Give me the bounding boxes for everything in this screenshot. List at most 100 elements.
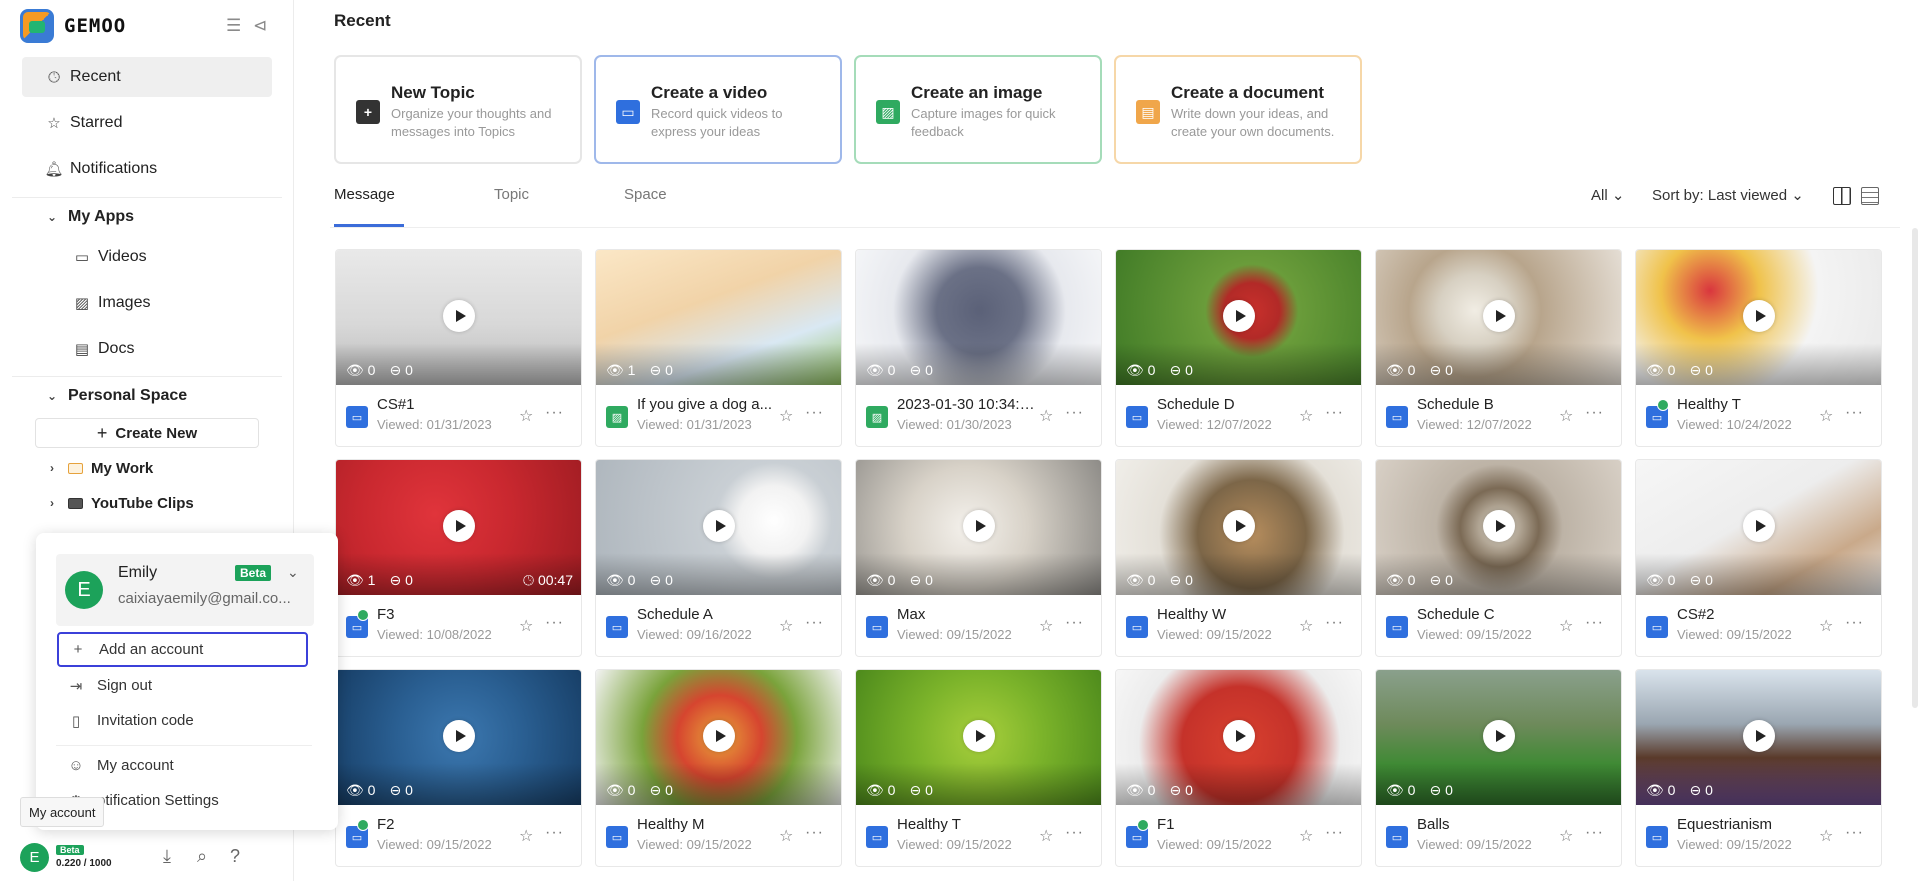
more-icon[interactable]: ··· [1325,614,1344,632]
thumbnail[interactable]: 👁︎ 0 ⊖ 0 [1116,460,1361,595]
star-icon[interactable]: ☆ [519,616,533,636]
scrollbar[interactable] [1912,228,1918,708]
more-icon[interactable]: ··· [1065,824,1084,842]
thumbnail[interactable]: 👁︎ 1 ⊖ 0 🕒︎ 00:47 [336,460,581,595]
card-title[interactable]: F2 [377,816,517,833]
invitation-code-button[interactable]: ▯ Invitation code [57,703,308,738]
list-view-icon[interactable] [1861,187,1879,205]
star-icon[interactable]: ☆ [1559,406,1573,426]
more-icon[interactable]: ··· [545,824,564,842]
star-icon[interactable]: ☆ [1819,616,1833,636]
more-icon[interactable]: ··· [805,404,824,422]
star-icon[interactable]: ☆ [1039,616,1053,636]
card-title[interactable]: Balls [1417,816,1557,833]
media-card[interactable]: 👁︎ 0 ⊖ 0 ▭ Schedule D Viewed: 12/07/2022 ☆ ··· [1115,249,1362,447]
more-icon[interactable]: ··· [1585,404,1604,422]
star-icon[interactable]: ☆ [1819,826,1833,846]
tab-space[interactable]: Space [624,186,667,203]
more-icon[interactable]: ··· [805,614,824,632]
media-card[interactable]: 👁︎ 0 ⊖ 0 ▭ Healthy T Viewed: 10/24/2022 ☆ ··· [1635,249,1882,447]
media-card[interactable]: 👁︎ 0 ⊖ 0 ▭ Healthy T Viewed: 09/15/2022 ☆ ··· [855,669,1102,867]
play-icon[interactable] [1223,510,1255,542]
card-title[interactable]: 2023-01-30 10:34:0... [897,396,1037,413]
quick-action-plus[interactable]: + New Topic Organize your thoughts and mes… [334,55,582,164]
collapse-sidebar-icon[interactable]: ⊲ [253,16,267,36]
star-icon[interactable]: ☆ [1559,826,1573,846]
card-title[interactable]: Schedule B [1417,396,1557,413]
card-title[interactable]: Healthy M [637,816,777,833]
play-icon[interactable] [1223,720,1255,752]
media-card[interactable]: 👁︎ 1 ⊖ 0 ▨ If you give a dog a... Viewed: 01… [595,249,842,447]
thumbnail[interactable]: 👁︎ 0 ⊖ 0 [1376,250,1621,385]
star-icon[interactable]: ☆ [1299,616,1313,636]
card-title[interactable]: CS#2 [1677,606,1817,623]
sign-out-button[interactable]: ⇥ Sign out [57,668,308,703]
sidebar-item-videos[interactable]: ▭ Videos [22,237,272,277]
thumbnail[interactable]: 👁︎ 0 ⊖ 0 [596,460,841,595]
quick-action-video[interactable]: ▭ Create a video Record quick videos to ex… [594,55,842,164]
card-title[interactable]: Schedule C [1417,606,1557,623]
card-title[interactable]: F3 [377,606,517,623]
thumbnail[interactable]: 👁︎ 0 ⊖ 0 [856,250,1101,385]
more-icon[interactable]: ··· [1845,824,1864,842]
personal-space-section-toggle[interactable]: ⌄ Personal Space [22,376,272,416]
sidebar-item-recent[interactable]: 🕓︎ Recent [22,57,272,97]
menu-icon[interactable]: ☰ [226,16,241,36]
more-icon[interactable]: ··· [545,404,564,422]
play-icon[interactable] [1743,300,1775,332]
star-icon[interactable]: ☆ [1299,826,1313,846]
avatar[interactable]: E [20,842,49,872]
thumbnail[interactable]: 👁︎ 0 ⊖ 0 [336,250,581,385]
card-title[interactable]: If you give a dog a... [637,396,777,413]
more-icon[interactable]: ··· [805,824,824,842]
card-title[interactable]: Max [897,606,1037,623]
media-card[interactable]: 👁︎ 0 ⊖ 0 ▭ F1 Viewed: 09/15/2022 ☆ ··· [1115,669,1362,867]
more-icon[interactable]: ··· [1585,824,1604,842]
sort-dropdown[interactable]: Sort by: Last viewed ⌄ [1652,186,1804,204]
card-title[interactable]: Equestrianism [1677,816,1817,833]
star-icon[interactable]: ☆ [1559,616,1573,636]
play-icon[interactable] [1483,720,1515,752]
thumbnail[interactable]: 👁︎ 1 ⊖ 0 [596,250,841,385]
star-icon[interactable]: ☆ [1819,406,1833,426]
thumbnail[interactable]: 👁︎ 0 ⊖ 0 [1376,460,1621,595]
card-title[interactable]: Schedule D [1157,396,1297,413]
media-card[interactable]: 👁︎ 0 ⊖ 0 ▭ CS#1 Viewed: 01/31/2023 ☆ ··· [335,249,582,447]
chevron-down-icon[interactable]: ⌄ [287,564,299,581]
more-icon[interactable]: ··· [1845,614,1864,632]
thumbnail[interactable]: 👁︎ 0 ⊖ 0 [1636,250,1881,385]
play-icon[interactable] [443,300,475,332]
play-icon[interactable] [443,510,475,542]
account-bar[interactable]: E Beta 0.220 / 1000 [20,840,112,874]
media-card[interactable]: 👁︎ 0 ⊖ 0 ▭ Healthy M Viewed: 09/15/2022 ☆ ··· [595,669,842,867]
star-icon[interactable]: ☆ [519,406,533,426]
more-icon[interactable]: ··· [1065,404,1084,422]
card-title[interactable]: Healthy W [1157,606,1297,623]
help-icon[interactable]: ? [230,846,240,867]
add-account-button[interactable]: + Add an account [57,632,308,667]
sidebar-item-starred[interactable]: ☆ Starred [22,103,272,143]
my-account-button[interactable]: ☺ My account [57,748,308,783]
star-icon[interactable]: ☆ [779,826,793,846]
more-icon[interactable]: ··· [1065,614,1084,632]
more-icon[interactable]: ··· [1585,614,1604,632]
sidebar-item-notifications[interactable]: 🔔︎ Notifications [22,149,272,189]
media-card[interactable]: 👁︎ 0 ⊖ 0 ▭ Schedule C Viewed: 09/15/2022 ☆ ··· [1375,459,1622,657]
card-title[interactable]: Schedule A [637,606,777,623]
folder-youtube-clips[interactable]: › YouTube Clips [22,483,272,523]
media-card[interactable]: 👁︎ 0 ⊖ 0 ▭ Balls Viewed: 09/15/2022 ☆ ··· [1375,669,1622,867]
star-icon[interactable]: ☆ [1039,826,1053,846]
gemoo-logo[interactable]: GEMOO [20,9,126,43]
star-icon[interactable]: ☆ [1299,406,1313,426]
more-icon[interactable]: ··· [545,614,564,632]
download-icon[interactable]: ⤓ [163,846,171,867]
media-card[interactable]: 👁︎ 0 ⊖ 0 ▭ Schedule A Viewed: 09/16/2022 ☆ ··· [595,459,842,657]
play-icon[interactable] [1223,300,1255,332]
media-card[interactable]: 👁︎ 1 ⊖ 0 🕒︎ 00:47 ▭ F3 Viewed: 10/08/2022 ☆ ··· [335,459,582,657]
media-card[interactable]: 👁︎ 0 ⊖ 0 ▭ Schedule B Viewed: 12/07/2022 ☆ ··· [1375,249,1622,447]
thumbnail[interactable]: 👁︎ 0 ⊖ 0 [856,670,1101,805]
star-icon[interactable]: ☆ [779,616,793,636]
quick-action-doc[interactable]: ▤ Create a document Write down your ideas,… [1114,55,1362,164]
filter-dropdown[interactable]: All ⌄ [1591,186,1624,204]
card-title[interactable]: F1 [1157,816,1297,833]
